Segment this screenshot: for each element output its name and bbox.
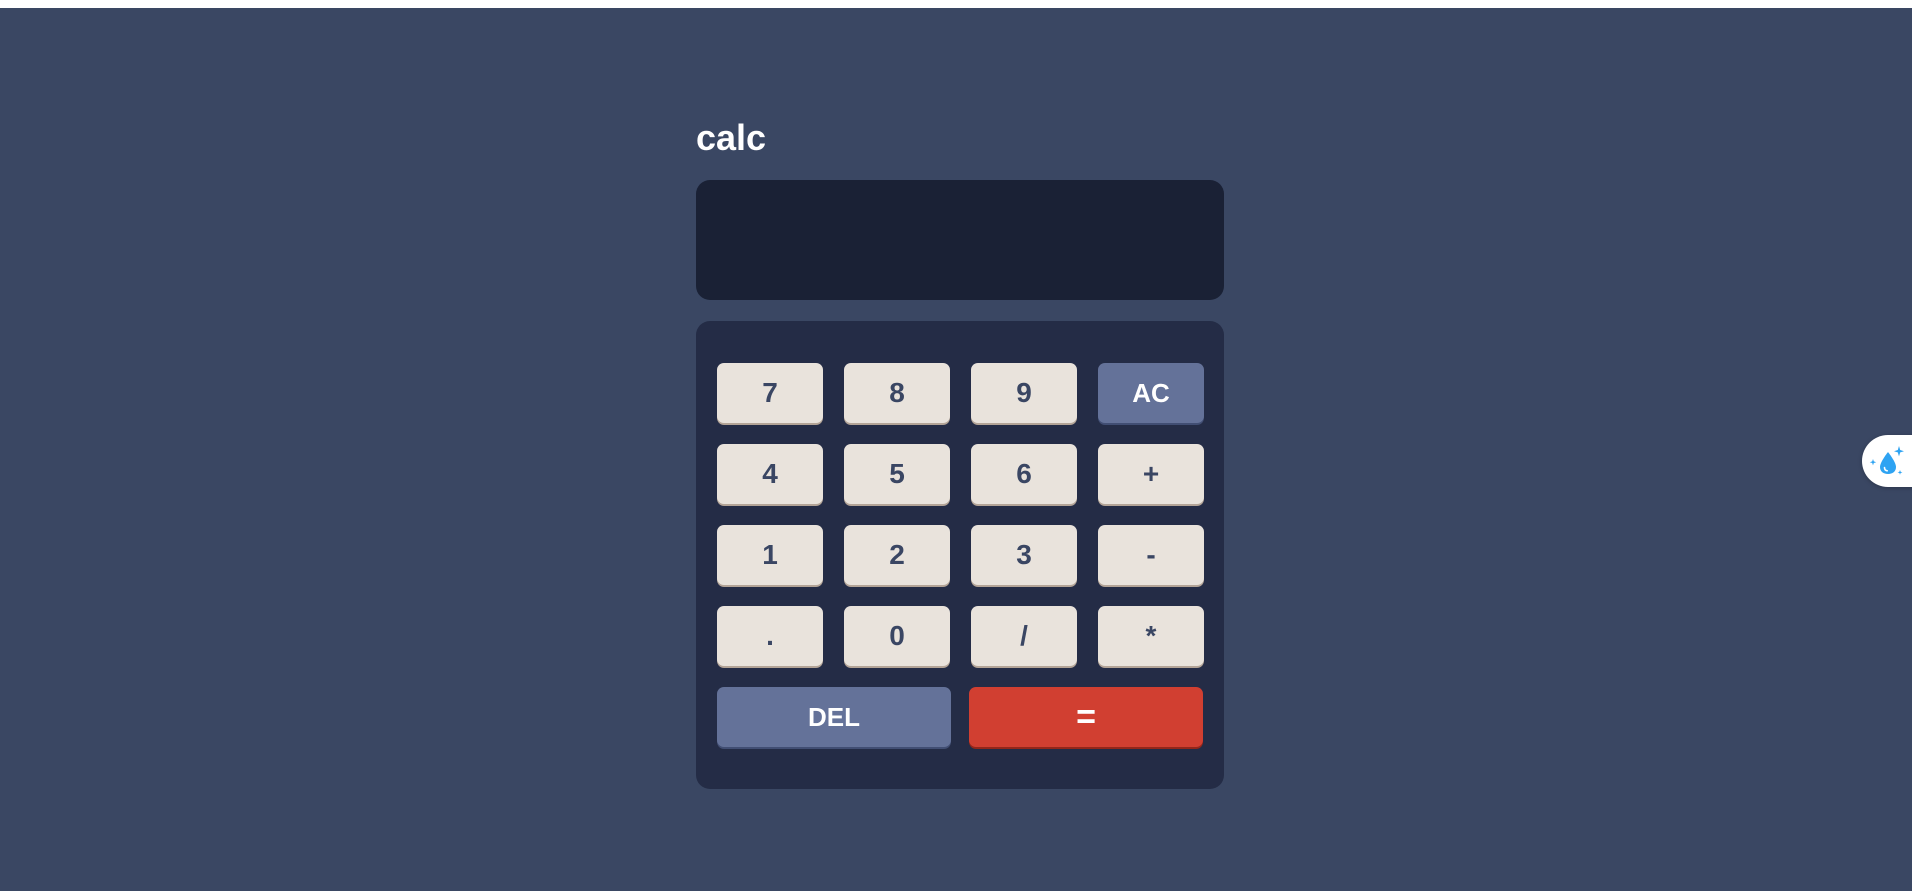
delete-button[interactable]: DEL xyxy=(717,687,951,747)
key-4[interactable]: 4 xyxy=(717,444,823,504)
key-2[interactable]: 2 xyxy=(844,525,950,585)
key-7[interactable]: 7 xyxy=(717,363,823,423)
key-3[interactable]: 3 xyxy=(971,525,1077,585)
key-6[interactable]: 6 xyxy=(971,444,1077,504)
key-9[interactable]: 9 xyxy=(971,363,1077,423)
calculator-display xyxy=(696,180,1224,300)
key-divide[interactable]: / xyxy=(971,606,1077,666)
key-1[interactable]: 1 xyxy=(717,525,823,585)
key-5[interactable]: 5 xyxy=(844,444,950,504)
keypad: 7 8 9 AC 4 5 6 + 1 2 3 - . 0 / * DEL = xyxy=(696,321,1224,789)
equals-button[interactable]: = xyxy=(969,687,1203,747)
key-multiply[interactable]: * xyxy=(1098,606,1204,666)
water-drop-sparkle-icon xyxy=(1868,443,1906,479)
key-decimal[interactable]: . xyxy=(717,606,823,666)
key-8[interactable]: 8 xyxy=(844,363,950,423)
key-0[interactable]: 0 xyxy=(844,606,950,666)
key-subtract[interactable]: - xyxy=(1098,525,1204,585)
key-add[interactable]: + xyxy=(1098,444,1204,504)
extension-launcher-button[interactable] xyxy=(1862,435,1912,487)
app-title: calc xyxy=(696,117,767,158)
clear-all-button[interactable]: AC xyxy=(1098,363,1204,423)
